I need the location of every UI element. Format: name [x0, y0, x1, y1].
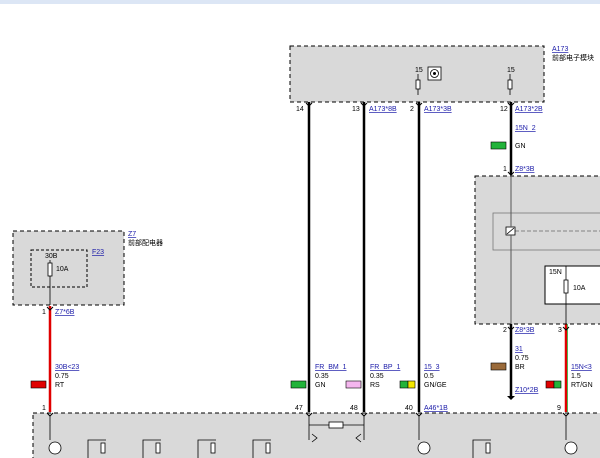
connector-z10-2b[interactable]: Z10*2B — [515, 387, 539, 394]
module-z7: Z7 前部配电器 F23 30B 10A — [12, 230, 163, 306]
pin-bottom-1: 1 — [42, 405, 46, 412]
pin-a173-14: 14 — [296, 106, 304, 113]
fuse-f23-id: 30B — [45, 253, 58, 260]
sensor-icon — [48, 441, 62, 455]
sensor-icon — [417, 441, 431, 455]
color-swatch-a — [545, 380, 555, 389]
z8-fuse-symbol — [563, 279, 569, 294]
wire-color-code: BR — [515, 364, 525, 371]
pin-a173-13: 13 — [352, 106, 360, 113]
wire-color-code: RT — [55, 382, 65, 389]
module-a173-ref[interactable]: A173 — [552, 46, 568, 53]
wire-label-fr-bm-1: FR_BM_1 0.35 GN — [290, 364, 347, 389]
fuse-f23-symbol — [47, 262, 53, 277]
wire-signal[interactable]: 30B<23 — [55, 364, 79, 371]
color-swatch — [345, 380, 362, 389]
pin-z8-1: 1 — [503, 166, 507, 173]
module-a173-box — [289, 45, 545, 103]
a173-pin-label-b: 15 — [507, 67, 515, 74]
ground-symbol — [507, 396, 515, 400]
connector-z7-6b[interactable]: Z7*6B — [55, 309, 75, 316]
wire-signal[interactable]: FR_BM_1 — [315, 364, 347, 371]
z8-fuse-rating: 10A — [573, 285, 586, 292]
pin-z7-1: 1 — [42, 309, 46, 316]
color-swatch — [490, 141, 507, 150]
pin-bottom-9: 9 — [557, 405, 561, 412]
wire-gauge: 0.75 — [55, 373, 69, 380]
wire-color-code: RS — [370, 382, 380, 389]
module-z7-name: 前部配电器 — [128, 238, 163, 247]
wire-signal[interactable]: 15N_2 — [515, 125, 536, 132]
wire-signal[interactable]: FR_BP_1 — [370, 364, 400, 371]
wire-label-15-3: 15_3 0.5 GN/GE — [399, 364, 447, 389]
wire-gauge: 0.35 — [315, 373, 329, 380]
wire-label-fr-bp-1: FR_BP_1 0.35 RS — [345, 364, 400, 389]
pin-a173-12: 12 — [500, 106, 508, 113]
bottom-resistor — [328, 421, 344, 429]
pin-z8-3: 3 — [558, 327, 562, 334]
connector-a46-1b[interactable]: A46*1B — [424, 405, 448, 412]
a173-resistor-b — [507, 79, 513, 90]
wire-label-30b-23: 30B<23 0.75 RT — [30, 364, 79, 389]
fuse-f23-ref[interactable]: F23 — [92, 249, 104, 256]
sensor-icon — [564, 441, 578, 455]
wire-gauge: 0.35 — [370, 373, 384, 380]
wire-gauge: 0.5 — [424, 373, 434, 380]
pin-bottom-40: 40 — [405, 405, 413, 412]
fuse-f23-rating: 10A — [56, 266, 69, 273]
color-swatch-b — [407, 380, 416, 389]
pin-bottom-48: 48 — [350, 405, 358, 412]
color-swatch-a — [399, 380, 409, 389]
module-bottom — [32, 412, 600, 458]
wire-color-code: GN — [315, 382, 326, 389]
wire-gauge: 0.75 — [515, 355, 529, 362]
pin-bottom-47: 47 — [295, 405, 303, 412]
connector-a173-2b[interactable]: A173*2B — [515, 106, 543, 113]
color-swatch-b — [553, 380, 562, 389]
color-swatch — [30, 380, 47, 389]
module-bottom-box — [32, 412, 600, 458]
module-z8: 15N 10A — [474, 175, 600, 325]
connector-a173-8b[interactable]: A173*8B — [369, 106, 397, 113]
wire-signal[interactable]: 31 — [515, 346, 523, 353]
z8-pin-label: 15N — [549, 269, 562, 276]
connector-z8-3b-bottom[interactable]: Z8*3B — [515, 327, 535, 334]
pin-a173-2: 2 — [410, 106, 414, 113]
wire-color-code: GN — [515, 143, 526, 150]
connector-z8-3b-top[interactable]: Z8*3B — [515, 166, 535, 173]
module-z7-ref[interactable]: Z7 — [128, 231, 136, 238]
a173-pin-label-a: 15 — [415, 67, 423, 74]
wire-label-15n-2: 15N_2 GN — [490, 125, 536, 150]
color-swatch — [290, 380, 307, 389]
wire-signal[interactable]: 15N<3 — [571, 364, 592, 371]
wire-signal[interactable]: 15_3 — [424, 364, 440, 371]
module-a173: A173 前部电子模块 15 15 — [289, 45, 594, 103]
wire-color-code: RT/GN — [571, 382, 593, 389]
wire-gauge: 1.5 — [571, 373, 581, 380]
connector-a173-3b[interactable]: A173*3B — [424, 106, 452, 113]
camera-icon — [427, 66, 442, 81]
module-z7-box — [12, 230, 125, 306]
diagram-canvas: A173 前部电子模块 15 15 14 13 A173*8B 2 A173*3… — [12, 45, 600, 458]
wire-color-code: GN/GE — [424, 382, 447, 389]
wire-label-15n-3: 15N<3 1.5 RT/GN — [545, 364, 593, 389]
wiring-diagram: A173 前部电子模块 15 15 14 13 A173*8B 2 A173*3… — [0, 0, 600, 458]
color-swatch — [490, 362, 507, 371]
pin-z8-2: 2 — [503, 327, 507, 334]
a173-resistor-a — [415, 79, 421, 90]
module-a173-name: 前部电子模块 — [552, 53, 594, 62]
